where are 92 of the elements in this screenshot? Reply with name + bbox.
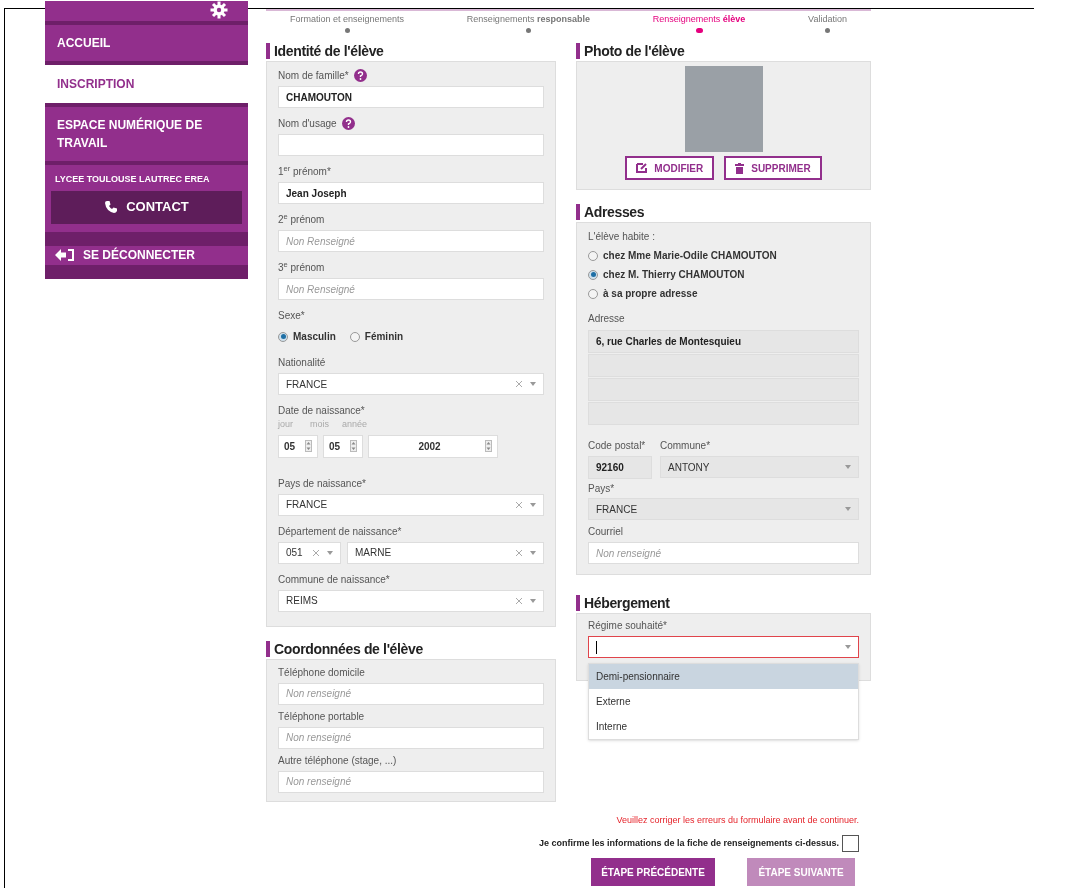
radio-label[interactable]: chez M. Thierry CHAMOUTON (603, 267, 745, 282)
clear-icon (516, 501, 522, 508)
caret-icon (530, 550, 536, 555)
input-field[interactable]: Non renseigné (278, 682, 544, 705)
caret-icon (845, 465, 851, 469)
step-label[interactable]: Validation (808, 13, 847, 27)
radio-button[interactable] (588, 288, 598, 299)
spinner-icon (305, 440, 312, 452)
sign-out-icon (55, 248, 75, 263)
text-cursor (596, 640, 597, 654)
date-part-label: mois (310, 418, 330, 431)
date-part-label: année (342, 418, 368, 431)
school-name: LYCEE TOULOUSE LAUTREC EREA (54, 173, 211, 186)
step-label[interactable]: Renseignements élève (652, 13, 746, 27)
input-field[interactable]: Non renseigné (278, 770, 544, 793)
select-field[interactable]: FRANCE (278, 493, 544, 516)
radio-button[interactable] (588, 250, 598, 261)
help-icon (341, 117, 355, 130)
field-label: Commune de naissance* (278, 572, 390, 587)
contact-button[interactable]: CONTACT (51, 190, 242, 224)
caret-icon (530, 502, 536, 507)
field-label: L'élève habite : (588, 230, 656, 244)
step-label[interactable]: Renseignements responsable (466, 13, 590, 27)
field-label: Adresse (588, 312, 626, 326)
edit-icon (636, 163, 648, 173)
field-label: 1$^{er}$ prénom* (278, 164, 331, 179)
field-label: Autre téléphone (stage, ...) (278, 753, 398, 768)
field-label: 3$^{e}$ prénom (278, 260, 325, 275)
radio-label[interactable]: Féminin (364, 329, 404, 344)
sidebar-item[interactable]: INSCRIPTION (45, 65, 248, 107)
clear-icon (313, 549, 319, 556)
number-field[interactable]: 05 (278, 434, 318, 458)
radio-button[interactable] (588, 269, 598, 280)
input-field[interactable]: Non Renseigné (278, 278, 544, 300)
field-label: Téléphone portable (278, 709, 366, 724)
spinner-icon (485, 440, 492, 452)
select-field[interactable]: MARNE (347, 541, 544, 564)
trash-icon (735, 162, 745, 174)
select-field[interactable]: REIMS (278, 589, 544, 612)
caret-icon (845, 507, 851, 511)
select-field[interactable] (588, 636, 859, 658)
caret-icon (845, 645, 851, 649)
date-part-label: jour (278, 418, 294, 431)
input-field[interactable]: Non renseigné (278, 726, 544, 749)
field-label: Sexe* (278, 309, 305, 323)
delete-button[interactable]: SUPPRIMER (724, 156, 822, 180)
dropdown-option[interactable]: Externe (589, 689, 858, 714)
checkbox[interactable] (842, 835, 859, 852)
select-field[interactable]: FRANCE (278, 373, 544, 395)
clear-icon (516, 381, 522, 387)
number-field[interactable]: 2002 (368, 434, 498, 458)
step-label[interactable]: Formation et enseignements (290, 13, 405, 27)
dropdown-option[interactable]: Demi-pensionnaire (589, 664, 858, 689)
field-label: Pays de naissance* (278, 476, 366, 491)
field-label: 2$^{e}$ prénom (278, 212, 325, 227)
radio-button[interactable] (278, 331, 288, 342)
clear-icon (516, 549, 522, 556)
select-field[interactable]: 051 (278, 541, 341, 564)
number-field[interactable]: 05 (323, 434, 363, 458)
caret-icon (530, 382, 536, 386)
caret-icon (530, 598, 536, 603)
help-icon (353, 69, 367, 82)
caret-icon (327, 550, 333, 555)
edit-button[interactable]: MODIFIER (625, 156, 715, 180)
input-field[interactable]: Jean Joseph (278, 182, 544, 204)
input-field[interactable]: Non renseigné (588, 542, 859, 564)
input-field[interactable]: CHAMOUTON (278, 86, 544, 108)
phone-icon (104, 200, 119, 214)
field-label: Commune* (660, 439, 712, 453)
radio-label[interactable]: à sa propre adresse (603, 286, 698, 301)
input-field[interactable]: Non Renseigné (278, 230, 544, 252)
field-label: Nationalité (278, 356, 326, 370)
field-label: Code postal* (588, 439, 647, 453)
previous-step-button[interactable]: ÉTAPE PRÉCÉDENTE (591, 858, 715, 886)
field-label: Nom d'usage (278, 117, 337, 131)
clear-icon (516, 597, 522, 604)
radio-button[interactable] (349, 331, 360, 342)
spinner-icon (350, 440, 357, 452)
radio-label[interactable]: chez Mme Marie-Odile CHAMOUTON (603, 248, 777, 263)
field-label: Courriel (588, 525, 624, 539)
dropdown-option[interactable]: Interne (589, 714, 858, 739)
field-label: Date de naissance* (278, 404, 365, 418)
logout-button[interactable]: SE DÉCONNECTER (45, 245, 248, 279)
radio-label[interactable]: Masculin (293, 329, 336, 344)
field-label: Nom de famille* (278, 69, 349, 83)
checkbox-label[interactable]: Je confirme les informations de la fiche de renseignements ci-dessus. (538, 836, 839, 851)
input-field[interactable] (278, 134, 544, 156)
field-label: Téléphone domicile (278, 665, 366, 680)
field-label: Régime souhaité* (588, 619, 668, 633)
field-label: Pays* (588, 482, 616, 496)
field-label: Département de naissance* (278, 524, 402, 539)
error-message: Veuillez corriger les erreurs du formulaire avant de continuer. (616, 813, 859, 827)
